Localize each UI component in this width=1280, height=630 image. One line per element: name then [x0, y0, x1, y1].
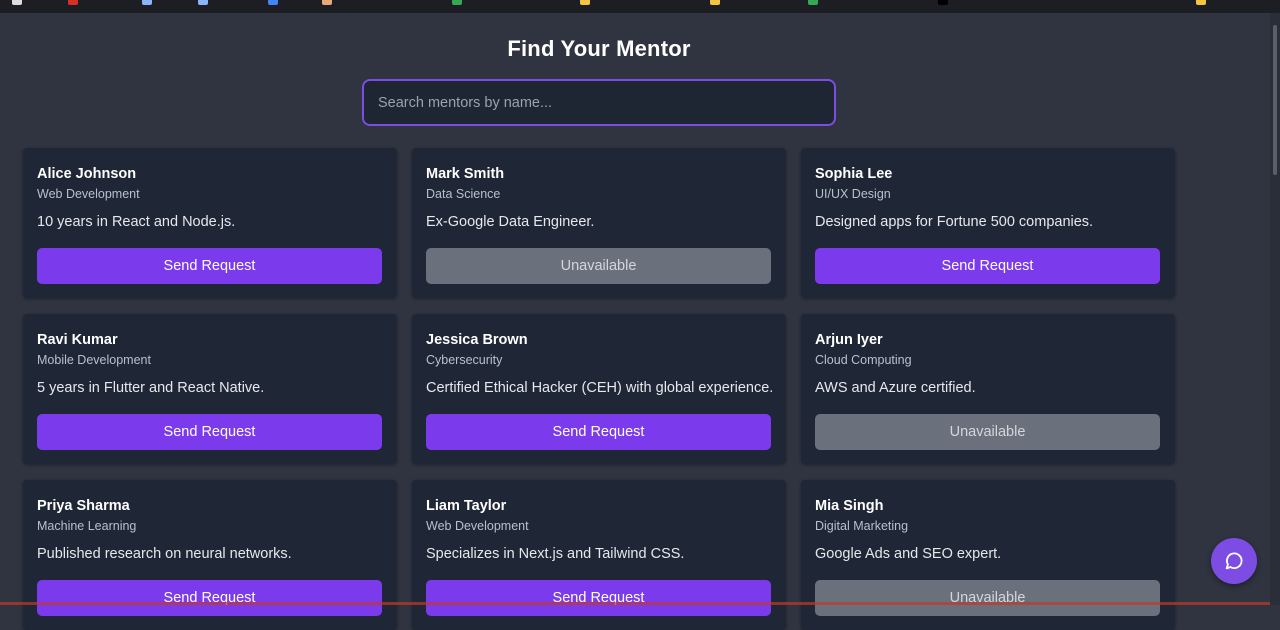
mentor-description: Ex-Google Data Engineer. [426, 214, 595, 230]
bookmark-icon[interactable] [198, 0, 208, 5]
bookmark-icon[interactable] [142, 0, 152, 5]
send-request-button[interactable]: Send Request [37, 414, 382, 450]
mentor-name: Mia Singh [815, 498, 884, 514]
mentor-description: Certified Ethical Hacker (CEH) with glob… [426, 380, 774, 396]
mentor-name: Jessica Brown [426, 332, 528, 348]
chat-bubble-icon [1223, 550, 1245, 572]
mentor-name: Ravi Kumar [37, 332, 118, 348]
mentor-name: Alice Johnson [37, 166, 137, 182]
mentor-field: Data Science [426, 187, 501, 201]
bookmark-icon[interactable] [580, 0, 590, 5]
mentor-description: Published research on neural networks. [37, 546, 292, 562]
bookmark-icon[interactable] [322, 0, 332, 5]
bookmark-icon[interactable] [808, 0, 818, 5]
mentor-field: Cloud Computing [815, 353, 912, 367]
bookmark-icon[interactable] [710, 0, 720, 5]
mentor-name: Priya Sharma [37, 498, 130, 514]
mentor-name: Arjun Iyer [815, 332, 883, 348]
scrollbar-thumb[interactable] [1273, 25, 1277, 175]
mentor-name: Sophia Lee [815, 166, 893, 182]
mentor-card: Ravi Kumar Mobile Development 5 years in… [23, 314, 397, 464]
bookmark-icon[interactable] [452, 0, 462, 5]
bookmark-icon[interactable] [268, 0, 278, 5]
browser-bookmarks-bar [0, 0, 1280, 13]
send-request-button[interactable]: Send Request [37, 248, 382, 284]
chat-widget-button[interactable] [1211, 538, 1257, 584]
mentor-field: Machine Learning [37, 519, 137, 533]
mentor-field: Digital Marketing [815, 519, 909, 533]
unavailable-button[interactable]: Unavailable [815, 414, 1160, 450]
send-request-button[interactable]: Send Request [426, 414, 771, 450]
mentor-field: Mobile Development [37, 353, 151, 367]
send-request-button[interactable]: Send Request [426, 580, 771, 616]
mentor-field: UI/UX Design [815, 187, 891, 201]
send-request-button[interactable]: Send Request [815, 248, 1160, 284]
mentor-field: Web Development [426, 519, 529, 533]
mentor-description: Google Ads and SEO expert. [815, 546, 1002, 562]
unavailable-button[interactable]: Unavailable [426, 248, 771, 284]
mentor-card: Mia Singh Digital Marketing Google Ads a… [801, 480, 1175, 630]
mentor-card: Mark Smith Data Science Ex-Google Data E… [412, 148, 786, 298]
search-input[interactable] [362, 79, 836, 126]
mentor-name: Liam Taylor [426, 498, 507, 514]
mentor-card: Alice Johnson Web Development 10 years i… [23, 148, 397, 298]
page-title: Find Your Mentor [507, 36, 691, 61]
send-request-button[interactable]: Send Request [37, 580, 382, 616]
bookmark-icon[interactable] [12, 0, 22, 5]
mentor-description: Specializes in Next.js and Tailwind CSS. [426, 546, 685, 562]
mentor-description: 5 years in Flutter and React Native. [37, 380, 265, 396]
page-scrollbar[interactable] [1270, 13, 1280, 605]
mentor-field: Cybersecurity [426, 353, 503, 367]
mentor-description: Designed apps for Fortune 500 companies. [815, 214, 1094, 230]
mentor-description: AWS and Azure certified. [815, 380, 976, 396]
bookmark-icon[interactable] [938, 0, 948, 5]
mentor-field: Web Development [37, 187, 140, 201]
mentor-name: Mark Smith [426, 166, 505, 182]
mentor-card: Liam Taylor Web Development Specializes … [412, 480, 786, 630]
mentor-card: Jessica Brown Cybersecurity Certified Et… [412, 314, 786, 464]
mentor-card: Arjun Iyer Cloud Computing AWS and Azure… [801, 314, 1175, 464]
mentor-card: Priya Sharma Machine Learning Published … [23, 480, 397, 630]
mentor-description: 10 years in React and Node.js. [37, 214, 236, 230]
bookmark-icon[interactable] [68, 0, 78, 5]
unavailable-button[interactable]: Unavailable [815, 580, 1160, 616]
mentor-card: Sophia Lee UI/UX Design Designed apps fo… [801, 148, 1175, 298]
bookmark-icon[interactable] [1196, 0, 1206, 5]
